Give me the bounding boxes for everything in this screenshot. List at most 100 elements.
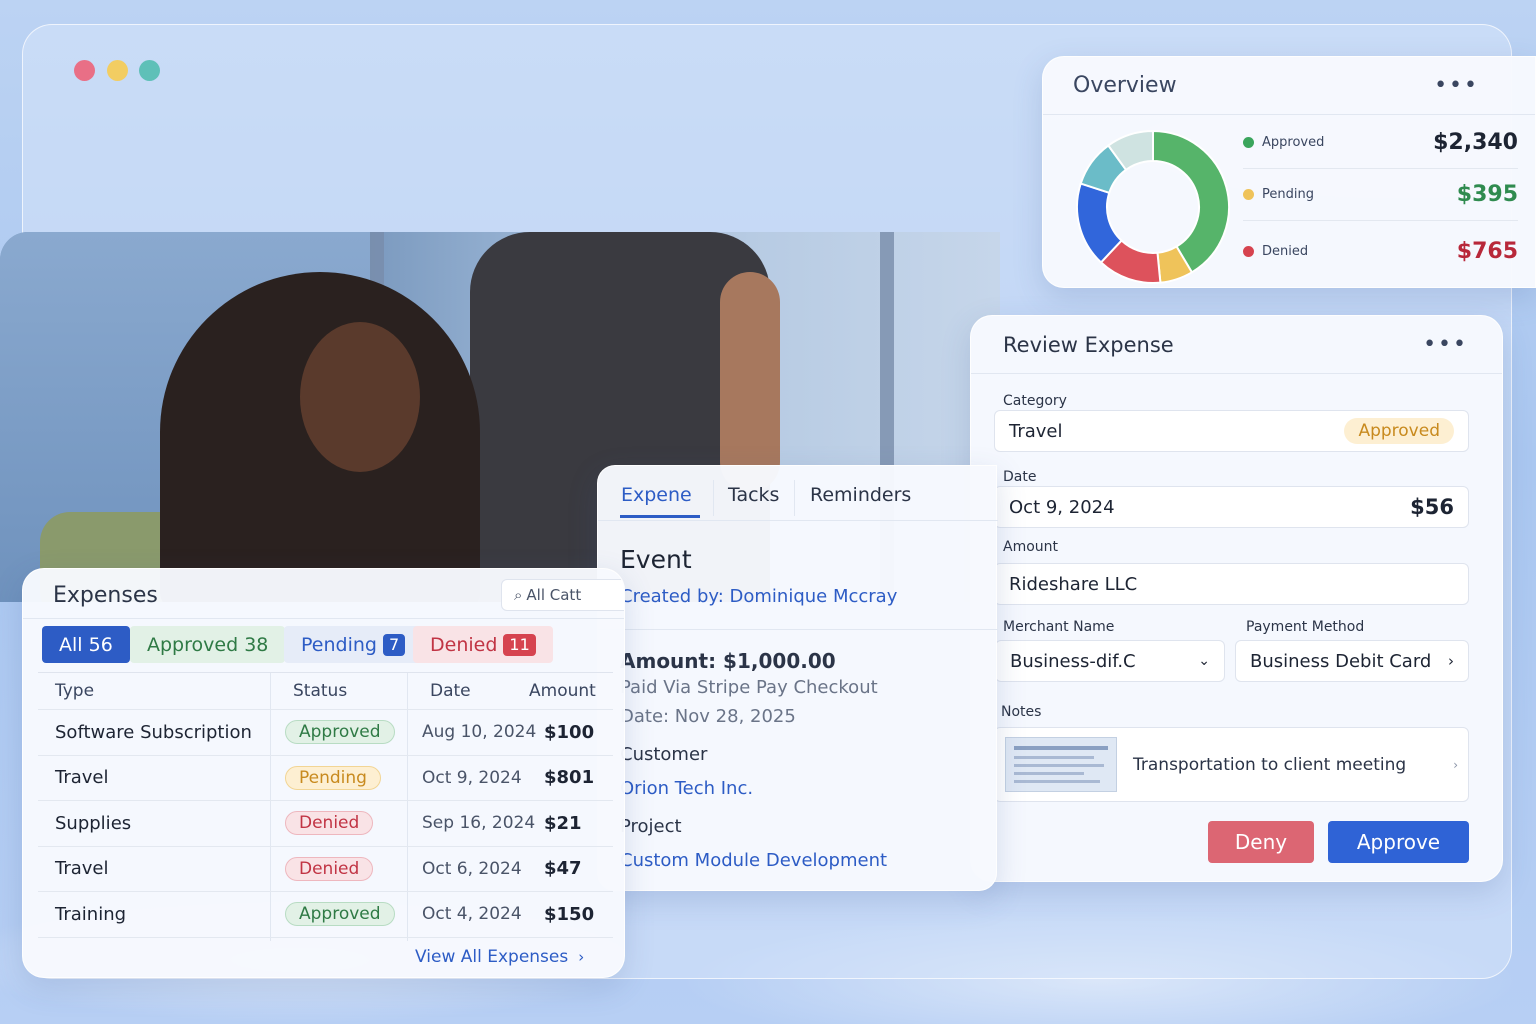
col-amount[interactable]: Amount bbox=[529, 673, 596, 709]
category-field[interactable]: Travel Approved bbox=[994, 410, 1469, 452]
table-row[interactable]: Supplies Denied Sep 16, 2024 $21 bbox=[38, 801, 613, 847]
legend-approved: Approved $2,340 bbox=[1243, 117, 1518, 169]
date-field[interactable]: Oct 9, 2024 $56 bbox=[994, 486, 1469, 528]
filter-pending-count: 7 bbox=[382, 633, 406, 656]
table-row[interactable]: Software Subscription Approved Aug 10, 2… bbox=[38, 710, 613, 756]
legend-pending-value: $395 bbox=[1456, 182, 1518, 207]
payment-value: Business Debit Card bbox=[1250, 650, 1432, 672]
approved-dot-icon bbox=[1243, 137, 1254, 148]
row-date: Oct 6, 2024 bbox=[422, 858, 522, 879]
row-type: Travel bbox=[55, 858, 109, 880]
status-badge: Pending bbox=[285, 765, 381, 790]
event-date: Date: Nov 28, 2025 bbox=[620, 706, 796, 727]
row-date: Sep 16, 2024 bbox=[422, 813, 536, 834]
tab-divider bbox=[713, 480, 714, 516]
filter-denied-count: 11 bbox=[503, 633, 536, 656]
legend-pending: Pending $395 bbox=[1243, 169, 1518, 221]
col-date[interactable]: Date bbox=[430, 673, 471, 709]
filter-approved[interactable]: Approved 38 bbox=[130, 626, 286, 663]
search-icon: ⌕ bbox=[514, 586, 523, 604]
overview-title: Overview bbox=[1073, 73, 1177, 98]
overview-card: Overview ••• Approved $2,340 Pending $39… bbox=[1042, 56, 1536, 288]
filter-all[interactable]: All 56 bbox=[42, 626, 130, 663]
pending-dot-icon bbox=[1243, 189, 1254, 200]
event-created-by[interactable]: Created by: Dominique Mccray bbox=[620, 586, 897, 607]
review-more-icon[interactable]: ••• bbox=[1423, 332, 1468, 357]
tab-expense[interactable]: Expene bbox=[621, 484, 692, 506]
merchant-label: Merchant Name bbox=[1003, 619, 1115, 635]
overview-donut-chart bbox=[1076, 129, 1230, 284]
notes-value: Transportation to client meeting bbox=[1133, 754, 1407, 775]
review-title: Review Expense bbox=[1003, 332, 1174, 357]
filter-denied-label: Denied bbox=[430, 633, 498, 656]
denied-dot-icon bbox=[1243, 245, 1254, 257]
status-badge: Approved bbox=[285, 720, 395, 745]
search-placeholder: All Catt bbox=[526, 586, 582, 604]
legend-denied: Denied $765 bbox=[1243, 225, 1518, 277]
photo-person-arm bbox=[720, 272, 780, 492]
close-window-dot[interactable] bbox=[74, 60, 95, 81]
status-badge: Approved bbox=[285, 902, 395, 927]
project-label: Project bbox=[620, 816, 682, 837]
date-amount: $56 bbox=[1410, 495, 1454, 519]
event-amount: Amount: $1,000.00 bbox=[620, 649, 836, 673]
event-paid-via: Paid Via Stripe Pay Checkout bbox=[620, 677, 878, 698]
amount-field[interactable]: Rideshare LLC bbox=[994, 563, 1469, 605]
table-row[interactable]: Training Approved Oct 4, 2024 $150 bbox=[38, 892, 613, 938]
divider bbox=[598, 629, 998, 630]
review-header: Review Expense ••• bbox=[971, 316, 1502, 374]
customer-link[interactable]: Orion Tech Inc. bbox=[620, 778, 753, 799]
payment-label: Payment Method bbox=[1246, 619, 1365, 635]
legend-pending-label: Pending bbox=[1262, 187, 1314, 202]
chevron-right-icon: › bbox=[578, 948, 585, 966]
tab-reminders[interactable]: Reminders bbox=[810, 484, 911, 506]
category-value: Travel bbox=[1009, 420, 1063, 442]
receipt-thumbnail-icon bbox=[1005, 737, 1117, 792]
legend-approved-label: Approved bbox=[1262, 135, 1325, 150]
row-amount: $47 bbox=[544, 858, 582, 880]
row-date: Aug 10, 2024 bbox=[422, 722, 537, 743]
overview-more-icon[interactable]: ••• bbox=[1434, 73, 1479, 98]
overview-header: Overview ••• bbox=[1043, 57, 1535, 115]
row-type: Software Subscription bbox=[55, 721, 252, 743]
project-link[interactable]: Custom Module Development bbox=[620, 850, 887, 871]
category-status-badge: Approved bbox=[1344, 418, 1454, 444]
merchant-select[interactable]: Business-dif.C ⌄ bbox=[995, 640, 1225, 682]
photo-person-face bbox=[300, 322, 420, 472]
notes-field[interactable]: Transportation to client meeting › bbox=[994, 727, 1469, 802]
legend-denied-label: Denied bbox=[1262, 243, 1309, 259]
notes-label: Notes bbox=[1001, 704, 1042, 720]
chevron-down-icon: ⌄ bbox=[1198, 653, 1210, 669]
filter-approved-count: 38 bbox=[244, 633, 269, 656]
legend-approved-value: $2,340 bbox=[1433, 130, 1518, 155]
table-header: Type Status Date Amount bbox=[38, 673, 613, 710]
filter-approved-label: Approved bbox=[147, 633, 239, 656]
row-amount: $100 bbox=[544, 721, 595, 743]
table-row[interactable]: Travel Denied Oct 6, 2024 $47 bbox=[38, 847, 613, 892]
col-type[interactable]: Type bbox=[55, 673, 94, 709]
row-amount: $150 bbox=[544, 903, 595, 925]
active-tab-indicator bbox=[620, 515, 700, 518]
maximize-window-dot[interactable] bbox=[139, 60, 160, 81]
event-title: Event bbox=[620, 545, 692, 574]
approve-button[interactable]: Approve bbox=[1328, 821, 1469, 863]
table-row[interactable]: Travel Pending Oct 9, 2024 $801 bbox=[38, 756, 613, 801]
payment-select[interactable]: Business Debit Card › bbox=[1235, 640, 1469, 682]
tab-tasks[interactable]: Tacks bbox=[728, 484, 779, 506]
filter-denied[interactable]: Denied 11 bbox=[413, 626, 553, 663]
category-label: Category bbox=[1003, 393, 1067, 409]
row-date: Oct 9, 2024 bbox=[422, 767, 522, 788]
customer-label: Customer bbox=[620, 744, 708, 765]
deny-button[interactable]: Deny bbox=[1208, 821, 1314, 863]
date-label: Date bbox=[1003, 469, 1037, 485]
filter-pending[interactable]: Pending 7 bbox=[284, 626, 423, 663]
chevron-right-icon: › bbox=[1448, 652, 1454, 670]
minimize-window-dot[interactable] bbox=[107, 60, 128, 81]
category-search-input[interactable]: ⌕ All Catt bbox=[501, 579, 624, 611]
legend-denied-value: $765 bbox=[1456, 238, 1518, 264]
chevron-right-icon: › bbox=[1453, 757, 1458, 772]
row-type: Supplies bbox=[55, 812, 132, 834]
view-all-expenses-link[interactable]: View All Expenses › bbox=[415, 947, 584, 967]
status-badge: Denied bbox=[285, 811, 374, 836]
col-status[interactable]: Status bbox=[293, 673, 347, 709]
